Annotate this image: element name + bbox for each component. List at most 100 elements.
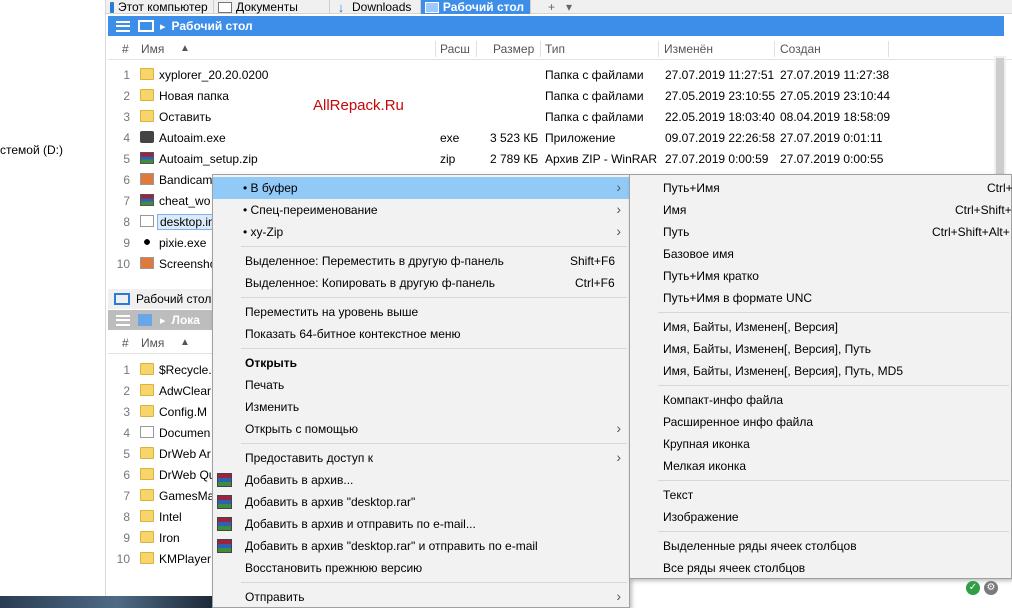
column-name[interactable]: Имя <box>141 42 164 56</box>
menu-item-move-up-level[interactable]: Переместить на уровень выше <box>213 301 629 323</box>
table-row[interactable]: 3 Оставить Папка с файлами 22.05.2019 18… <box>108 107 994 128</box>
file-name[interactable]: Iron <box>159 531 180 545</box>
menu-icon[interactable] <box>116 20 130 32</box>
file-name[interactable]: KMPlayer <box>159 552 211 566</box>
table-row[interactable]: 1 xyplorer_20.20.0200 Папка с файлами 27… <box>108 65 994 86</box>
table-row[interactable]: 5 Autoaim_setup.zip zip 2 789 КБ Архив Z… <box>108 149 994 170</box>
row-number: 3 <box>123 405 130 419</box>
submenu-path-name-short[interactable]: Путь+Имя кратко <box>630 265 1011 287</box>
new-tab-button[interactable]: + <box>544 0 561 14</box>
winrar-icon <box>217 539 232 553</box>
tab-documents[interactable]: Документы <box>214 0 330 14</box>
submenu-extended-info[interactable]: Расширенное инфо файла <box>630 411 1011 433</box>
file-name[interactable]: AdwClear <box>159 384 211 398</box>
column-name[interactable]: Имя <box>141 336 164 350</box>
column-type[interactable]: Тип <box>545 42 565 56</box>
submenu-text[interactable]: Текст <box>630 484 1011 506</box>
menu-item-open[interactable]: Открыть <box>213 352 629 374</box>
menu-item-xy-zip[interactable]: • xy-Zip › <box>213 221 629 243</box>
file-name[interactable]: pixie.exe <box>159 236 206 250</box>
menu-item-print[interactable]: Печать <box>213 374 629 396</box>
menu-item-copy-to-other-pane[interactable]: Выделенное: Копировать в другую ф-панель… <box>213 272 629 294</box>
menu-item-add-to-desktop-rar[interactable]: Добавить в архив "desktop.rar" <box>213 491 629 513</box>
submenu-name-bytes-modified[interactable]: Имя, Байты, Изменен[, Версия] <box>630 316 1011 338</box>
drive-label[interactable]: стемой (D:) <box>0 143 63 157</box>
submenu-name[interactable]: Имя Ctrl+Shift+ <box>630 199 1012 221</box>
submenu-image[interactable]: Изображение <box>630 506 1011 528</box>
tab-downloads[interactable]: ↓ Downloads <box>330 0 421 14</box>
menu-item-open-with[interactable]: Открыть с помощью › <box>213 418 629 440</box>
column-size[interactable]: Размер <box>493 42 534 56</box>
file-name[interactable]: Intel <box>159 510 182 524</box>
column-modified[interactable]: Изменён <box>664 42 713 56</box>
menu-item-edit[interactable]: Изменить <box>213 396 629 418</box>
file-name[interactable]: cheat_wo <box>159 194 210 208</box>
file-name[interactable]: Оставить <box>159 110 211 124</box>
file-name[interactable]: GamesMa <box>159 489 214 503</box>
menu-item-give-access[interactable]: Предоставить доступ к › <box>213 447 629 469</box>
submenu-large-icon[interactable]: Крупная иконка <box>630 433 1011 455</box>
file-name[interactable]: xyplorer_20.20.0200 <box>159 68 268 82</box>
column-num[interactable]: # <box>122 42 129 56</box>
tab-list-dropdown[interactable]: ▾ <box>562 0 578 14</box>
menu-item-add-archive-email[interactable]: Добавить в архив и отправить по e-mail..… <box>213 513 629 535</box>
vertical-scrollbar[interactable] <box>994 56 1006 176</box>
menu-item-to-clipboard[interactable]: • В буфер › <box>213 177 629 199</box>
tab-this-computer[interactable]: Этот компьютер <box>106 0 214 14</box>
file-name[interactable]: Config.M <box>159 405 207 419</box>
file-name[interactable]: Documen <box>159 426 210 440</box>
row-number: 8 <box>123 215 130 229</box>
chevron-right-icon: › <box>616 420 621 436</box>
file-name[interactable]: DrWeb Ar <box>159 447 211 461</box>
document-icon <box>140 426 154 438</box>
menu-item-special-rename[interactable]: • Спец-переименование › <box>213 199 629 221</box>
menu-item-show-64bit-menu[interactable]: Показать 64-битное контекстное меню <box>213 323 629 345</box>
row-number: 1 <box>123 363 130 377</box>
column-created[interactable]: Создан <box>780 42 821 56</box>
menu-icon[interactable] <box>116 314 130 326</box>
submenu-path-name-unc[interactable]: Путь+Имя в формате UNC <box>630 287 1011 309</box>
table-row[interactable]: 4 Autoaim.exe exe 3 523 КБ Приложение 09… <box>108 128 994 149</box>
file-name[interactable]: Autoaim.exe <box>159 131 226 145</box>
file-name[interactable]: Screensho <box>159 257 216 271</box>
row-number: 8 <box>123 510 130 524</box>
submenu-all-rows[interactable]: Все ряды ячеек столбцов <box>630 557 1011 579</box>
breadcrumb-current[interactable]: Рабочий стол <box>172 19 253 33</box>
checkmark-icon[interactable]: ✓ <box>966 581 980 595</box>
menu-separator <box>658 312 1009 313</box>
tab-desktop[interactable]: Рабочий стол <box>421 0 531 14</box>
file-name[interactable]: Новая папка <box>159 89 229 103</box>
submenu-name-bytes-modified-path[interactable]: Имя, Байты, Изменен[, Версия], Путь <box>630 338 1011 360</box>
menu-item-add-to-archive[interactable]: Добавить в архив... <box>213 469 629 491</box>
file-name[interactable]: $Recycle. <box>159 363 212 377</box>
scroll-thumb[interactable] <box>996 58 1004 174</box>
column-ext[interactable]: Расш <box>440 42 470 56</box>
gear-icon[interactable]: ⚙ <box>984 581 998 595</box>
file-name[interactable]: Bandicam <box>159 173 212 187</box>
submenu-name-bytes-modified-path-md5[interactable]: Имя, Байты, Изменен[, Версия], Путь, MD5 <box>630 360 1011 382</box>
file-name[interactable]: DrWeb Qu <box>159 468 215 482</box>
submenu-selected-rows[interactable]: Выделенные ряды ячеек столбцов <box>630 535 1011 557</box>
table-row[interactable]: 2 Новая папка Папка с файлами 27.05.2019… <box>108 86 994 107</box>
chevron-right-icon[interactable]: ▸ <box>160 20 166 33</box>
submenu-small-icon[interactable]: Мелкая иконка <box>630 455 1011 477</box>
breadcrumb-current[interactable]: Лока <box>172 313 200 327</box>
row-number: 5 <box>123 447 130 461</box>
menu-item-add-desktop-rar-email[interactable]: Добавить в архив "desktop.rar" и отправи… <box>213 535 629 557</box>
submenu-compact-info[interactable]: Компакт-инфо файла <box>630 389 1011 411</box>
menu-item-restore-previous[interactable]: Восстановить прежнюю версию <box>213 557 629 579</box>
desktop-wallpaper-strip <box>0 596 212 608</box>
menu-item-send-to[interactable]: Отправить › <box>213 586 629 608</box>
file-name[interactable]: desktop.in <box>157 214 218 230</box>
chevron-right-icon[interactable]: ▸ <box>160 314 166 327</box>
folder-icon <box>140 531 154 543</box>
file-name[interactable]: Autoaim_setup.zip <box>159 152 258 166</box>
menu-item-move-to-other-pane[interactable]: Выделенное: Переместить в другую ф-панел… <box>213 250 629 272</box>
submenu-path-name[interactable]: Путь+Имя Ctrl+ <box>630 177 1012 199</box>
folder-icon <box>140 363 154 375</box>
submenu-base-name[interactable]: Базовое имя <box>630 243 1011 265</box>
row-number: 7 <box>123 489 130 503</box>
submenu-path[interactable]: Путь Ctrl+Shift+Alt+ <box>630 221 1011 243</box>
column-num[interactable]: # <box>122 336 129 350</box>
winrar-icon <box>217 517 232 531</box>
